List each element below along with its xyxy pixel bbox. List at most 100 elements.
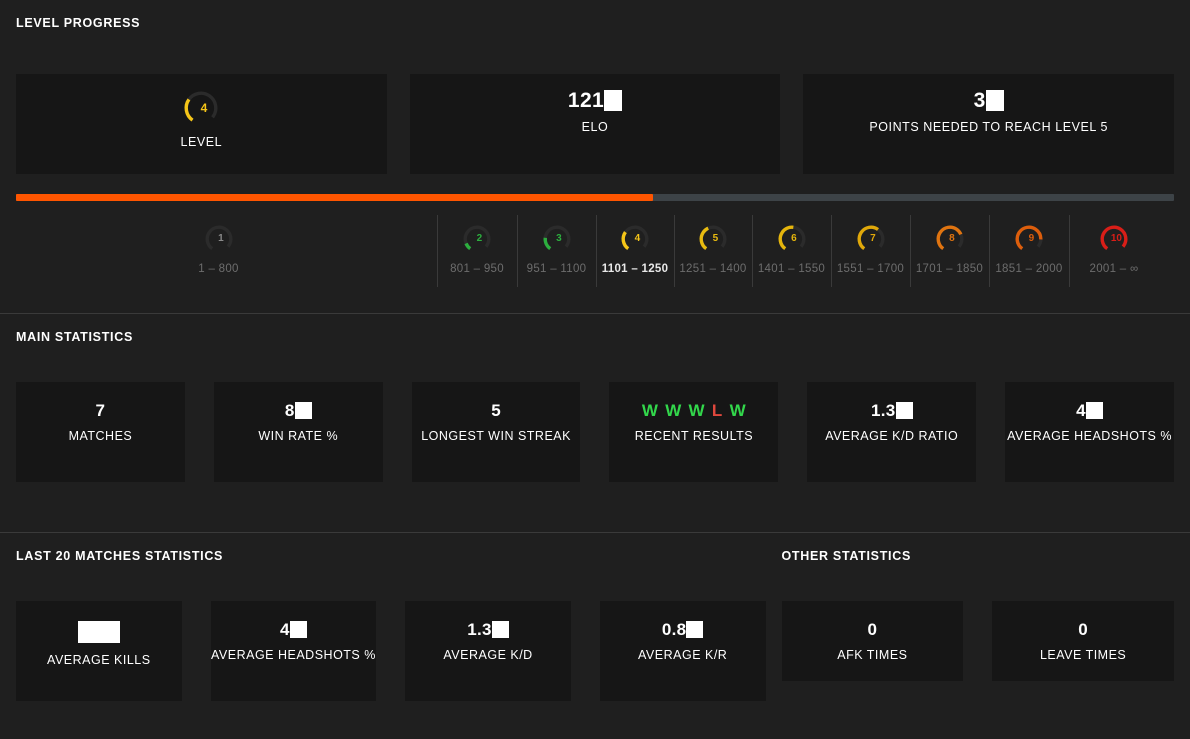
recent-results-value: WWWLW	[642, 402, 746, 419]
ladder-range-level-8: 1701 – 1850	[915, 263, 984, 275]
level-badge-number: 4	[200, 101, 208, 115]
average-headshots-label: AVERAGE HEADSHOTS %	[211, 648, 376, 662]
ladder-cell-level-7[interactable]: 7 1551 – 1700	[831, 215, 910, 287]
longest-win-streak-value: 5	[491, 402, 501, 419]
ladder-cell-level-8[interactable]: 8 1701 – 1850	[910, 215, 989, 287]
average-kr-value: 0.8	[662, 621, 704, 638]
average-headshots-label: AVERAGE HEADSHOTS %	[1007, 429, 1172, 443]
other-statistics-card-leave-times: 0 LEAVE TIMES	[992, 601, 1174, 681]
recent-result-4: W	[729, 401, 746, 420]
redacted-value-block	[1085, 402, 1103, 419]
level-badge-number: 10	[1110, 233, 1122, 244]
level-badge-number: 7	[870, 233, 876, 244]
ladder-range-level-6: 1401 – 1550	[757, 263, 826, 275]
main-statistics-card-recent-results: W W W L W RECENT RESULTS	[609, 382, 779, 482]
elo-number: 121	[567, 89, 605, 112]
longest-win-streak-label: LONGEST WIN STREAK	[421, 429, 571, 443]
ladder-cell-level-4[interactable]: 4 1101 – 1250	[596, 215, 674, 287]
average-kr-label: AVERAGE K/R	[638, 648, 728, 662]
level-badge: 4	[183, 90, 219, 126]
main-statistics-card-win-rate: 8 WIN RATE %	[213, 382, 383, 482]
ladder-cell-level-5[interactable]: 5 1251 – 1400	[674, 215, 752, 287]
average-kd-number: 1.3	[467, 620, 492, 639]
afk-times-value: 0	[867, 621, 877, 638]
average-kr-number: 0.8	[661, 620, 687, 639]
average-kd-ratio-value: 1.3	[871, 402, 913, 419]
average-headshots-number: 4	[280, 620, 290, 639]
last-20-matches-card-average-kills: AVERAGE KILLS	[16, 601, 182, 701]
average-kills-value	[77, 621, 120, 643]
leave-times-value: 0	[1078, 621, 1088, 638]
average-kills-label: AVERAGE KILLS	[47, 653, 151, 667]
level-badge-number: 6	[791, 233, 797, 244]
level-badge-number: 5	[712, 233, 719, 244]
points-needed-label: POINTS NEEDED TO REACH LEVEL 5	[869, 120, 1108, 134]
ladder-cell-level-10[interactable]: 10 2001 – ∞	[1069, 215, 1159, 287]
redacted-value-block	[77, 621, 120, 643]
recent-result-2: W	[688, 401, 705, 420]
level-badge: 8	[935, 224, 965, 254]
win-rate-number: 8	[284, 401, 295, 420]
last-20-matches-card-average-headshots: 4 AVERAGE HEADSHOTS %	[210, 601, 377, 701]
redacted-value-block	[686, 621, 704, 638]
ladder-cell-level-3[interactable]: 3 951 – 1100	[517, 215, 596, 287]
afk-times-label: AFK TIMES	[837, 648, 908, 662]
ladder-cell-level-1[interactable]: 1 1 – 800	[0, 215, 437, 287]
recent-results-label: RECENT RESULTS	[634, 429, 754, 443]
win-rate-label: WIN RATE %	[258, 429, 339, 443]
level-badge: 10	[1099, 224, 1129, 254]
level-badge-number: 8	[949, 233, 955, 244]
level-badge-number: 3	[556, 233, 562, 244]
redacted-value-block	[294, 402, 312, 419]
matches-number: 7	[95, 401, 106, 420]
level-progress-card-points-needed: 3 POINTS NEEDED TO REACH LEVEL 5	[803, 74, 1175, 174]
ladder-cell-level-9[interactable]: 9 1851 – 2000	[989, 215, 1069, 287]
longest-win-streak-number: 5	[491, 401, 501, 420]
player-stats-page: LEVEL PROGRESS 4 LEVEL 121 ELO 3 POINTS NEEDE…	[0, 0, 1190, 739]
level-progress-card-level: 4 LEVEL	[16, 74, 387, 174]
average-kd-ratio-label: AVERAGE K/D RATIO	[825, 429, 959, 443]
average-kd-ratio-number: 1.3	[870, 401, 896, 420]
average-headshots-number: 4	[1076, 401, 1086, 420]
level-badge: 9	[1014, 224, 1044, 254]
main-statistics-title: MAIN STATISTICS	[16, 330, 133, 344]
ladder-range-level-3: 951 – 1100	[526, 263, 587, 275]
elo-value: 121	[567, 89, 623, 112]
level-badge: 6	[777, 224, 807, 254]
level-label: LEVEL	[180, 135, 223, 149]
main-statistics-card-longest-win-streak: 5 LONGEST WIN STREAK	[411, 382, 581, 482]
level-progress-title: LEVEL PROGRESS	[16, 16, 141, 30]
ladder-cell-level-6[interactable]: 6 1401 – 1550	[752, 215, 831, 287]
leave-times-label: LEAVE TIMES	[1039, 648, 1127, 662]
level-badge: 7	[856, 224, 886, 254]
level-ladder: 1 1 – 800 2 801 – 950 3 951 – 1100 4 1101 – …	[0, 215, 1190, 287]
matches-label: MATCHES	[68, 429, 133, 443]
main-statistics-section: MAIN STATISTICS 7 MATCHES 8 WIN RATE % 5 LONG…	[0, 314, 1190, 482]
redacted-value-block	[604, 90, 623, 111]
recent-result-1: W	[665, 401, 682, 420]
main-statistics-card-average-kd-ratio: 1.3 AVERAGE K/D RATIO	[807, 382, 977, 482]
last-20-matches-title: LAST 20 MATCHES STATISTICS	[16, 549, 224, 563]
leave-times-number: 0	[1078, 620, 1088, 639]
redacted-value-block	[985, 90, 1004, 111]
level-badge-number: 2	[476, 233, 483, 244]
average-kd-value: 1.3	[467, 621, 509, 638]
ladder-range-level-2: 801 – 950	[450, 263, 504, 275]
ladder-range-level-9: 1851 – 2000	[995, 263, 1063, 275]
last-20-matches-card-average-kr: 0.8 AVERAGE K/R	[599, 601, 766, 701]
other-statistics-title: OTHER STATISTICS	[781, 549, 911, 563]
level-value: 4	[183, 90, 219, 126]
bottom-sections: LAST 20 MATCHES STATISTICS AVERAGE KILLS…	[0, 549, 1190, 701]
divider-bottom-sections	[0, 532, 1190, 533]
win-rate-value: 8	[285, 402, 312, 419]
ladder-range-level-7: 1551 – 1700	[836, 263, 905, 275]
ladder-range-level-4: 1101 – 1250	[601, 263, 669, 275]
average-headshots-value: 4	[280, 621, 307, 638]
other-statistics-cards: 0 AFK TIMES 0 LEAVE TIMES	[781, 601, 1174, 681]
recent-result-3: L	[711, 401, 723, 420]
last-20-matches-section: LAST 20 MATCHES STATISTICS AVERAGE KILLS…	[16, 549, 766, 701]
ladder-cell-level-2[interactable]: 2 801 – 950	[437, 215, 517, 287]
main-statistics-card-average-headshots: 4 AVERAGE HEADSHOTS %	[1005, 382, 1174, 482]
points-needed-value: 3	[974, 90, 1004, 111]
average-kd-label: AVERAGE K/D	[443, 648, 533, 662]
